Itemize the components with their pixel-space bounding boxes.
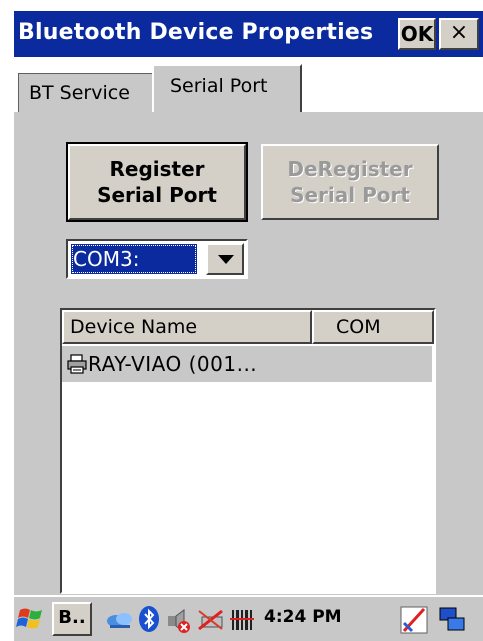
desktop-icon[interactable] — [438, 605, 468, 635]
deregister-serial-port-button[interactable]: DeRegister Serial Port — [261, 144, 439, 220]
clock[interactable]: 4:24 PM — [264, 607, 342, 627]
column-header-com[interactable]: COM — [312, 310, 434, 344]
window-title: Bluetooth Device Properties — [18, 20, 374, 45]
com-port-value: COM3: — [71, 244, 197, 274]
tab-bt-service[interactable]: BT Service — [18, 73, 152, 112]
chevron-down-icon — [218, 255, 234, 264]
register-line1: Register — [109, 157, 205, 181]
tab-serial-port[interactable]: Serial Port — [152, 64, 302, 112]
battery-icon[interactable] — [196, 605, 226, 635]
ok-button[interactable]: OK — [398, 18, 436, 50]
register-line2: Serial Port — [97, 183, 217, 207]
printer-icon — [67, 354, 87, 374]
deregister-line2: Serial Port — [290, 183, 410, 207]
deregister-line1: DeRegister — [287, 157, 413, 181]
taskbar-task-button[interactable]: B.. — [52, 602, 92, 636]
device-name-cell: RAY-VIAO (001... — [88, 352, 258, 376]
register-serial-port-button[interactable]: Register Serial Port — [66, 142, 248, 222]
taskbar: B.. 4:24 PM — [14, 595, 483, 641]
network-icon[interactable] — [106, 607, 134, 633]
tab-strip: BT Service Serial Port — [14, 57, 483, 112]
device-screen: Bluetooth Device Properties OK × BT Serv… — [0, 0, 483, 641]
device-list[interactable]: Device Name COM RAY-VIAO (001... — [60, 308, 436, 594]
dropdown-button[interactable] — [206, 243, 244, 275]
close-button[interactable]: × — [439, 18, 479, 50]
signal-icon[interactable] — [230, 606, 258, 632]
list-item[interactable]: RAY-VIAO (001... — [62, 346, 432, 382]
list-header: Device Name COM — [62, 310, 434, 344]
title-bar: Bluetooth Device Properties OK × — [14, 11, 483, 57]
volume-icon[interactable] — [166, 606, 192, 634]
dialog-body: BT Service Serial Port Register Serial P… — [14, 57, 483, 595]
com-port-select[interactable]: COM3: — [66, 239, 248, 279]
start-flag-icon[interactable] — [16, 604, 46, 634]
column-header-device-name[interactable]: Device Name — [62, 310, 312, 344]
input-panel-icon[interactable] — [398, 603, 430, 637]
bluetooth-icon[interactable] — [138, 605, 160, 633]
